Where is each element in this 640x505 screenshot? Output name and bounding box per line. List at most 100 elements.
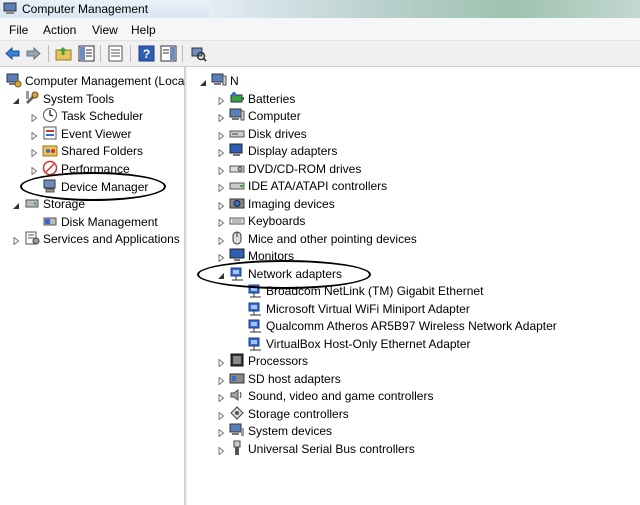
tree-item-disk-management[interactable]: Disk Management — [0, 213, 184, 230]
tree-item-storage-controllers[interactable]: Storage controllers — [188, 405, 640, 422]
sd-card-icon — [229, 370, 245, 386]
tree-item-dvd-cd-rom-drives[interactable]: DVD/CD-ROM drives — [188, 160, 640, 177]
title-bar: Computer Management — [0, 0, 640, 18]
collapse-arrow-icon[interactable] — [12, 199, 20, 210]
battery-icon — [229, 90, 245, 106]
monitor-icon — [229, 247, 245, 263]
tree-item-keyboards[interactable]: Keyboards — [188, 212, 640, 229]
tree-item-virtualbox-host-only-ethernet-adapter[interactable]: VirtualBox Host-Only Ethernet Adapter — [188, 335, 640, 352]
expand-arrow-icon[interactable] — [217, 234, 225, 246]
expand-arrow-icon[interactable] — [217, 164, 225, 176]
title-bar-background — [210, 0, 640, 18]
tree-item-label: DVD/CD-ROM drives — [248, 161, 362, 176]
expand-arrow-icon[interactable] — [217, 356, 225, 368]
task-scheduler-icon — [42, 107, 58, 123]
display-adapter-icon — [229, 142, 245, 158]
network-adapter-icon — [229, 265, 245, 281]
forward-arrow-icon[interactable] — [25, 45, 42, 62]
tree-item-label: Storage controllers — [248, 406, 349, 421]
tree-item-label: Shared Folders — [61, 144, 144, 159]
collapse-arrow-icon[interactable] — [217, 269, 225, 279]
tree-item-n[interactable]: N — [188, 72, 640, 89]
expand-arrow-icon[interactable] — [217, 94, 225, 106]
tree-item-services-and-applications[interactable]: Services and Applications — [0, 230, 184, 247]
speaker-icon — [229, 387, 245, 403]
tree-item-processors[interactable]: Processors — [188, 352, 640, 369]
expand-arrow-icon[interactable] — [30, 164, 38, 176]
pane-splitter[interactable] — [185, 67, 187, 505]
tree-item-label: Batteries — [248, 91, 296, 106]
tree-item-imaging-devices[interactable]: Imaging devices — [188, 195, 640, 212]
expand-arrow-icon[interactable] — [217, 426, 225, 438]
help-icon[interactable]: ? — [138, 45, 155, 62]
tree-item-label: Computer — [248, 109, 301, 123]
network-adapter-icon — [247, 317, 263, 333]
expand-arrow-icon[interactable] — [217, 251, 225, 263]
expand-arrow-icon[interactable] — [30, 129, 38, 141]
scan-hardware-icon[interactable] — [190, 45, 207, 62]
expand-arrow-icon[interactable] — [30, 146, 38, 158]
tree-item-microsoft-virtual-wifi-miniport-adapter[interactable]: Microsoft Virtual WiFi Miniport Adapter — [188, 300, 640, 317]
expand-arrow-icon[interactable] — [217, 129, 225, 141]
tree-item-performance[interactable]: Performance — [0, 160, 184, 177]
tree-item-task-scheduler[interactable]: Task Scheduler — [0, 107, 184, 124]
toolbar-separator — [182, 45, 183, 62]
tree-item-sd-host-adapters[interactable]: SD host adapters — [188, 370, 640, 387]
menu-help[interactable]: Help — [131, 23, 156, 37]
tree-item-sound-video-and-game-controllers[interactable]: Sound, video and game controllers — [188, 387, 640, 404]
tree-item-universal-serial-bus-controllers[interactable]: Universal Serial Bus controllers — [188, 440, 640, 457]
expand-arrow-icon[interactable] — [217, 111, 225, 123]
collapse-arrow-icon[interactable] — [199, 76, 207, 86]
expand-arrow-icon[interactable] — [217, 216, 225, 228]
tree-item-label: Event Viewer — [61, 126, 132, 141]
back-arrow-icon[interactable] — [4, 45, 21, 62]
tree-item-label: Processors — [248, 354, 309, 368]
network-adapter-icon — [247, 282, 263, 298]
tree-item-label: Keyboards — [248, 214, 306, 228]
expand-arrow-icon[interactable] — [12, 234, 20, 246]
tree-item-system-tools[interactable]: System Tools — [0, 90, 184, 107]
tree-item-mice-and-other-pointing-devices[interactable]: Mice and other pointing devices — [188, 230, 640, 247]
tree-item-label: Microsoft Virtual WiFi Miniport Adapter — [266, 301, 470, 316]
toolbar-separator — [100, 45, 101, 62]
expand-arrow-icon[interactable] — [217, 391, 225, 403]
event-viewer-icon — [42, 125, 58, 141]
tree-item-broadcom-netlink-tm-gigabit-ethernet[interactable]: Broadcom NetLink (TM) Gigabit Ethernet — [188, 282, 640, 299]
tree-item-label: Task Scheduler — [61, 109, 144, 124]
show-hide-console-tree-icon[interactable] — [78, 45, 95, 62]
tree-item-disk-drives[interactable]: Disk drives — [188, 125, 640, 142]
tree-item-batteries[interactable]: Batteries — [188, 90, 640, 107]
menu-action[interactable]: Action — [43, 23, 76, 37]
expand-arrow-icon[interactable] — [217, 199, 225, 211]
tree-item-monitors[interactable]: Monitors — [188, 247, 640, 264]
show-hide-action-pane-icon[interactable] — [160, 45, 177, 62]
tree-item-display-adapters[interactable]: Display adapters — [188, 142, 640, 159]
tree-item-label: Sound, video and game controllers — [248, 389, 434, 403]
expand-arrow-icon[interactable] — [217, 409, 225, 421]
tree-item-system-devices[interactable]: System devices — [188, 422, 640, 439]
expand-arrow-icon[interactable] — [217, 444, 225, 456]
tree-item-device-manager[interactable]: Device Manager — [0, 178, 184, 195]
tree-item-event-viewer[interactable]: Event Viewer — [0, 125, 184, 142]
menu-file[interactable]: File — [9, 23, 28, 37]
up-folder-icon[interactable] — [55, 45, 72, 62]
expand-arrow-icon[interactable] — [217, 146, 225, 158]
expand-arrow-icon[interactable] — [217, 374, 225, 386]
expand-arrow-icon[interactable] — [217, 181, 225, 193]
services-icon — [24, 230, 40, 246]
tree-item-label: Disk Management — [61, 214, 158, 229]
tree-item-label: Monitors — [248, 249, 295, 263]
expand-arrow-icon[interactable] — [30, 111, 38, 123]
tree-item-computer[interactable]: Computer — [188, 107, 640, 124]
mouse-icon — [229, 230, 245, 246]
menu-view[interactable]: View — [92, 23, 118, 37]
tree-item-network-adapters[interactable]: Network adapters — [188, 265, 640, 282]
tree-item-ide-ata-atapi-controllers[interactable]: IDE ATA/ATAPI controllers — [188, 177, 640, 194]
tree-item-shared-folders[interactable]: Shared Folders — [0, 142, 184, 159]
tree-item-qualcomm-atheros-ar5b97-wireless-network-adapter[interactable]: Qualcomm Atheros AR5B97 Wireless Network… — [188, 317, 640, 334]
tree-item-storage[interactable]: Storage — [0, 195, 184, 212]
svg-text:?: ? — [143, 47, 150, 61]
collapse-arrow-icon[interactable] — [12, 94, 20, 104]
tree-item-computer-management-local[interactable]: Computer Management (Local — [0, 72, 187, 89]
properties-icon[interactable] — [107, 45, 124, 62]
